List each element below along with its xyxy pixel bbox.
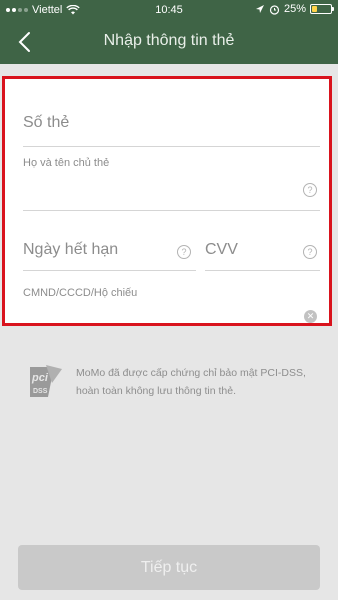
continue-button[interactable]: Tiếp tục [18, 545, 320, 590]
svg-text:pci: pci [31, 372, 49, 384]
cardholder-name-label: Họ và tên chủ thẻ [23, 157, 110, 169]
cvv-field[interactable]: CVV ? [205, 227, 320, 271]
status-bar: Viettel 10:45 25% [0, 0, 338, 20]
alarm-icon [269, 4, 280, 15]
expiry-help-icon[interactable]: ? [177, 245, 191, 259]
cardholder-name-underline [23, 210, 320, 211]
cardholder-name-field[interactable]: Họ và tên chủ thẻ ? [23, 151, 320, 211]
card-number-field[interactable]: Số thẻ [23, 99, 320, 147]
pci-dss-logo: pci DSS [30, 365, 62, 397]
card-form: Số thẻ Họ và tên chủ thẻ ? Ngày hết hạn … [2, 76, 332, 326]
expiry-date-underline [23, 270, 196, 271]
location-icon [255, 5, 264, 13]
id-number-label: CMND/CCCD/Hộ chiếu [23, 287, 138, 299]
card-number-underline [23, 146, 320, 147]
cvv-underline [205, 270, 320, 271]
battery-icon [310, 4, 334, 14]
id-number-field[interactable]: CMND/CCCD/Hộ chiếu ✕ [23, 279, 320, 323]
svg-text:DSS: DSS [33, 388, 48, 395]
clear-icon[interactable]: ✕ [304, 310, 317, 323]
expiry-date-placeholder: Ngày hết hạn [23, 241, 119, 258]
header-bar: Nhập thông tin thẻ [0, 20, 338, 64]
card-number-placeholder: Số thẻ [23, 114, 70, 131]
cvv-help-icon[interactable]: ? [303, 245, 317, 259]
cardholder-help-icon[interactable]: ? [303, 183, 317, 197]
cvv-placeholder: CVV [205, 241, 238, 258]
status-right: 25% [255, 3, 334, 15]
battery-percent: 25% [283, 3, 306, 15]
expiry-date-field[interactable]: Ngày hết hạn ? [23, 227, 196, 271]
page-title: Nhập thông tin thẻ [103, 32, 235, 49]
security-note: MoMo đã được cấp chứng chỉ bảo mật PCI-D… [76, 367, 306, 397]
